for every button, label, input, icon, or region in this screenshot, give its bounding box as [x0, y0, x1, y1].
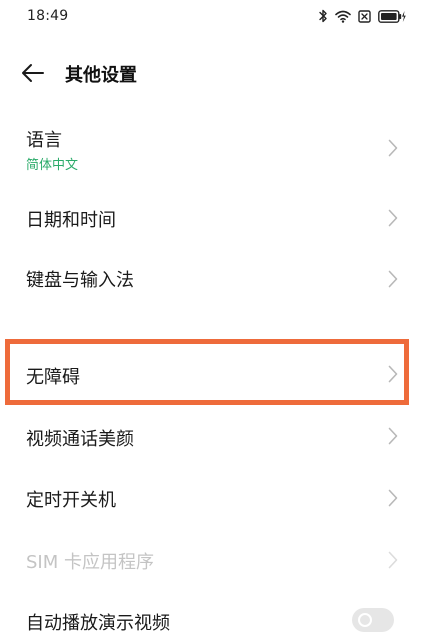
setting-row-keyboard-input[interactable]: 键盘与输入法 — [0, 252, 428, 308]
chevron-right-icon — [388, 427, 398, 445]
setting-label: 自动播放演示视频 — [26, 613, 170, 634]
setting-sublabel: 简体中文 — [26, 158, 79, 173]
setting-row-accessibility[interactable]: 无障碍 — [0, 344, 428, 402]
setting-label: 日期和时间 — [26, 210, 116, 231]
chevron-right-icon — [388, 139, 398, 157]
chevron-right-icon — [388, 270, 398, 288]
setting-label: 无障碍 — [26, 367, 80, 388]
chevron-right-icon — [388, 209, 398, 227]
setting-label: 语言 — [26, 130, 62, 151]
setting-label: 视频通话美颜 — [26, 429, 134, 450]
setting-label: 定时开关机 — [26, 490, 116, 511]
setting-row-date-time[interactable]: 日期和时间 — [0, 190, 428, 246]
setting-row-video-call-beauty[interactable]: 视频通话美颜 — [0, 410, 428, 466]
chevron-right-icon — [388, 489, 398, 507]
setting-row-language[interactable]: 语言 简体中文 — [0, 118, 428, 184]
chevron-right-icon — [388, 365, 398, 383]
setting-label: 键盘与输入法 — [26, 270, 134, 291]
setting-row-scheduled-power[interactable]: 定时开关机 — [0, 472, 428, 528]
chevron-right-icon — [388, 551, 398, 569]
setting-row-sim-apps: SIM 卡应用程序 — [0, 534, 428, 590]
autoplay-toggle[interactable] — [352, 608, 394, 632]
setting-label: SIM 卡应用程序 — [26, 552, 154, 573]
settings-list: 语言 简体中文 日期和时间 键盘与输入法 无障碍 视频通话美颜 定时开关机 SI… — [0, 0, 428, 636]
toggle-knob — [358, 613, 372, 627]
